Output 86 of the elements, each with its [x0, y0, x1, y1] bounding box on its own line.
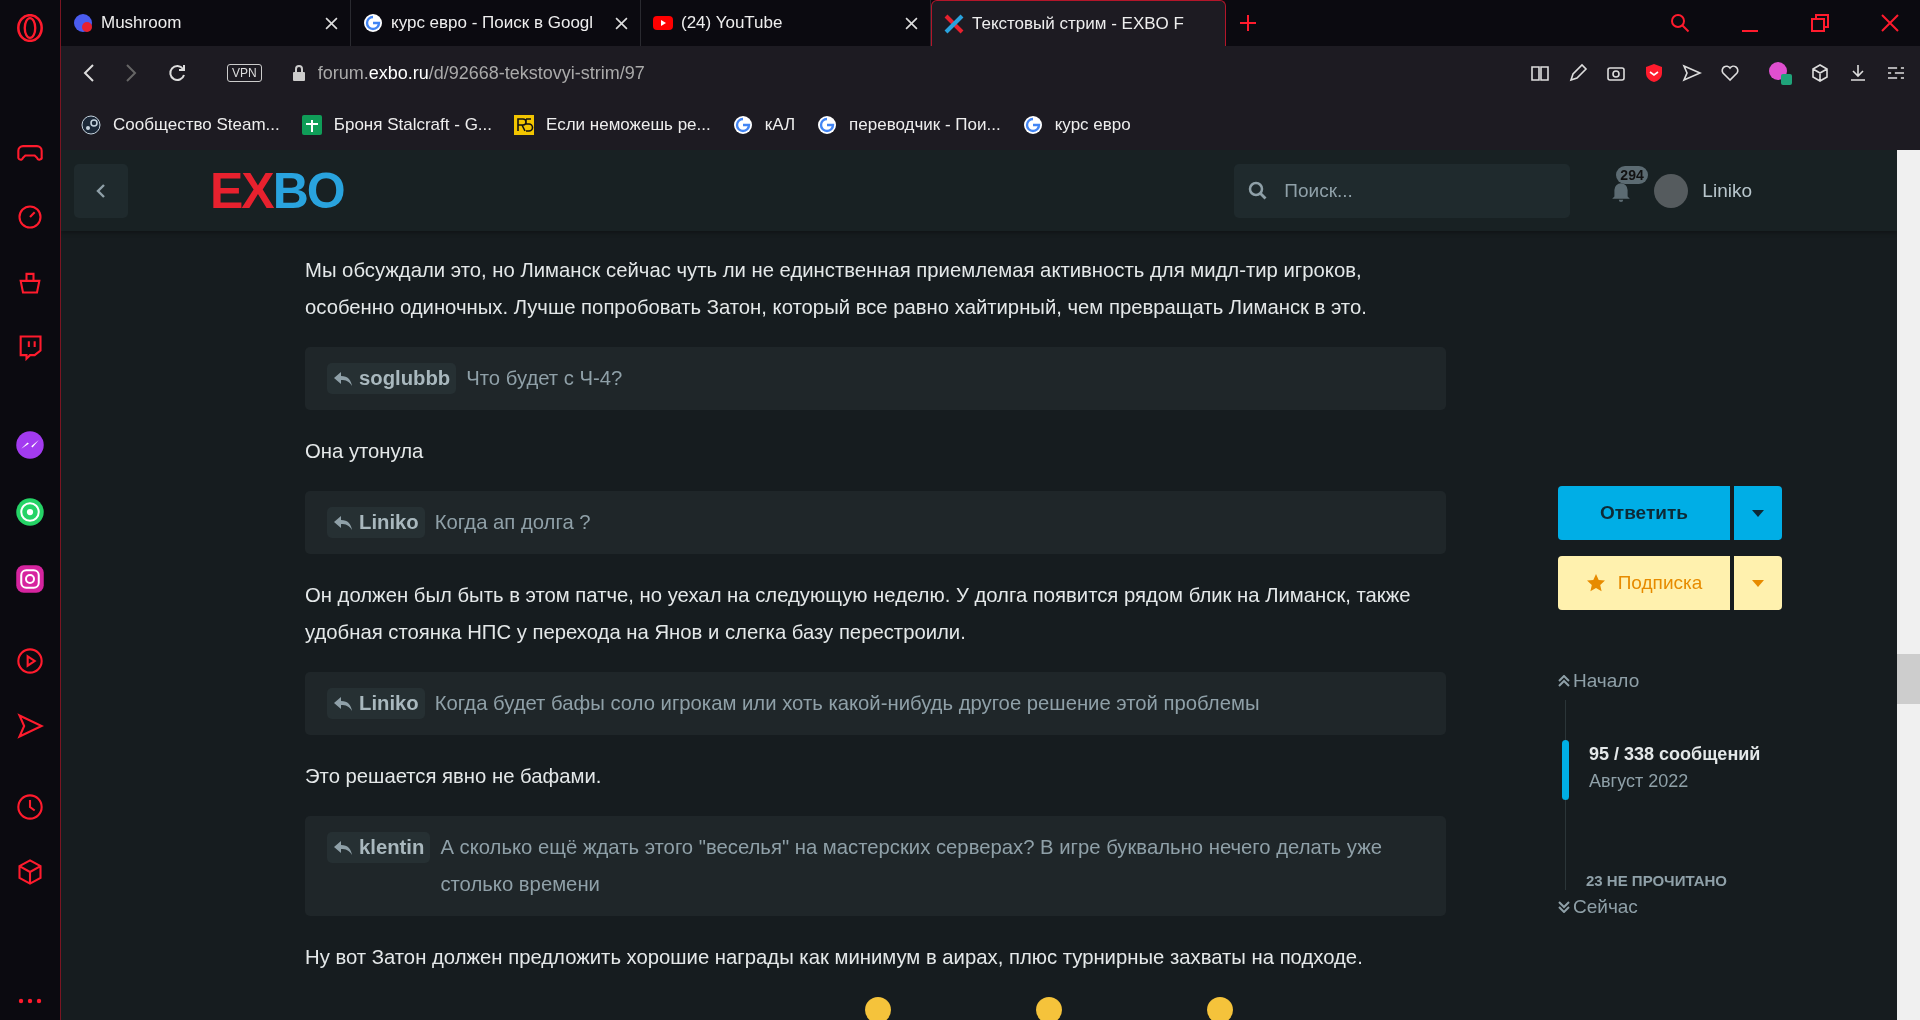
back-icon[interactable]: [83, 63, 95, 83]
browser-tab[interactable]: Текстовый стрим - EXBO F: [931, 0, 1226, 46]
bookmark[interactable]: Броня Stalcraft - G...: [301, 115, 493, 135]
quote-text: Когда ап долга ?: [434, 510, 592, 535]
vpn-badge[interactable]: VPN: [227, 64, 262, 82]
bookmark[interactable]: переводчик - Пои...: [817, 115, 1001, 135]
caret-icon: [1752, 509, 1764, 517]
scrubber-start-link[interactable]: Начало: [1558, 670, 1782, 692]
mention-link[interactable]: soglubbb: [327, 363, 457, 394]
emoji-icon[interactable]: [1036, 997, 1062, 1020]
scrubber-now-link[interactable]: Сейчас: [1558, 896, 1782, 918]
heart-icon[interactable]: [1720, 63, 1740, 83]
post-text: Она утонула: [305, 439, 425, 464]
search-field[interactable]: Поиск...: [1234, 163, 1571, 218]
whatsapp-icon[interactable]: [15, 497, 45, 527]
google-icon: [363, 13, 383, 33]
play-icon[interactable]: [16, 647, 44, 675]
google-icon: [817, 115, 838, 135]
cube-icon[interactable]: [1810, 63, 1830, 83]
tab-title: курс евро - Поиск в Googl: [391, 13, 595, 33]
google-icon: [732, 115, 753, 135]
tab-title: Mushroom: [101, 13, 183, 33]
lock-icon: [291, 64, 306, 82]
scrollbar-thumb[interactable]: [1897, 654, 1920, 704]
mention-link[interactable]: Liniko: [327, 507, 425, 538]
mention-link[interactable]: klentin: [327, 832, 431, 863]
avatar[interactable]: [1654, 173, 1689, 208]
address-field[interactable]: forum.exbo.ru/d/92668-tekstovyi-strim/97: [317, 62, 645, 84]
steam-icon: [81, 115, 101, 135]
site-logo[interactable]: EXBO: [210, 165, 344, 216]
quote-text: Что будет с Ч-4?: [466, 366, 624, 391]
plus-icon[interactable]: [1240, 15, 1256, 31]
post-count: 95 / 338 сообщений: [1589, 744, 1761, 765]
speedometer-icon[interactable]: [16, 203, 44, 231]
unread-count: 23 НЕ ПРОЧИТАНО: [1586, 872, 1727, 889]
double-chevron-down-icon: [1558, 901, 1570, 913]
mention-link[interactable]: Liniko: [327, 688, 425, 719]
restore-icon[interactable]: [1810, 13, 1830, 33]
quote-text: Когда будет бафы соло игрокам или хоть какой-нибудь другое решение этой проблемы: [434, 691, 1261, 716]
mushroom-icon: [73, 13, 93, 33]
book-icon[interactable]: [1530, 63, 1550, 83]
emoji-icon[interactable]: [1207, 997, 1233, 1020]
reply-arrow-icon: [333, 514, 353, 531]
edit-icon[interactable]: [1568, 63, 1588, 83]
search-icon: [1248, 180, 1269, 201]
caret-icon: [1752, 579, 1764, 587]
notification-count: 294: [1616, 165, 1648, 184]
bookmark[interactable]: кАЛ: [732, 115, 796, 135]
reply-button[interactable]: Ответить: [1558, 486, 1730, 540]
shield-icon[interactable]: [1644, 63, 1664, 83]
extension-icon[interactable]: [1768, 61, 1792, 85]
youtube-icon: [653, 16, 673, 30]
settings-icon[interactable]: [1886, 63, 1906, 83]
bookmark[interactable]: курс евро: [1022, 115, 1131, 135]
reply-arrow-icon: [333, 370, 353, 387]
scrubber-handle[interactable]: [1562, 740, 1569, 800]
reload-icon[interactable]: [167, 63, 187, 83]
bookmark[interactable]: Если неможешь ре...: [514, 115, 711, 135]
post-text: Ну вот Затон должен предложить хорошие награды как минимум в аирах, плюс турнирные захваты на подходе.: [305, 945, 1364, 970]
google-icon: [1022, 115, 1043, 135]
post-date: Август 2022: [1589, 771, 1690, 792]
instagram-icon[interactable]: [15, 564, 45, 594]
reply-arrow-icon: [333, 695, 353, 712]
clock-icon[interactable]: [16, 793, 44, 821]
chevron-left-icon: [96, 182, 106, 199]
quote-text: А сколько ещё ждать этого "веселья" на мастерских серверах? В игре буквально нечего делать уже столько времени: [440, 835, 1384, 897]
opera-logo-icon[interactable]: [16, 14, 44, 42]
download-icon[interactable]: [1848, 63, 1868, 83]
search-icon[interactable]: [1670, 13, 1690, 33]
forward-icon[interactable]: [125, 63, 137, 83]
spreadsheet-icon: [301, 115, 322, 135]
bookmark[interactable]: Сообщество Steam...: [81, 115, 280, 135]
post-text: Это решается явно не бафами.: [305, 764, 603, 789]
post-text: Он должен был быть в этом патче, но уехал на следующую неделю. У долга появится рядом блик на Лиманск, также удобная стоянка НПС у перехода на Янов и слегка базу перестроили.: [305, 583, 1412, 645]
emoji-icon[interactable]: [865, 997, 891, 1020]
messenger-icon[interactable]: [15, 430, 45, 460]
more-icon[interactable]: [18, 998, 42, 1004]
username[interactable]: Liniko: [1702, 179, 1752, 202]
tab-title: (24) YouTube: [681, 13, 784, 33]
reply-arrow-icon: [333, 839, 353, 856]
post-text: Мы обсуждали это, но Лиманск сейчас чуть ли не единственная приемлемая активность для мидл-тир игроков, особенно одиночных. Лучше попробовать Затон, который все равно хайтирный, чем превращать Лиманск в это.: [305, 258, 1368, 320]
r5-logo-icon: [514, 115, 535, 135]
cross-logo-icon: [944, 13, 964, 34]
star-icon: [1585, 573, 1606, 593]
tab-title: Текстовый стрим - EXBO F: [972, 13, 1185, 34]
double-chevron-up-icon: [1558, 675, 1570, 687]
